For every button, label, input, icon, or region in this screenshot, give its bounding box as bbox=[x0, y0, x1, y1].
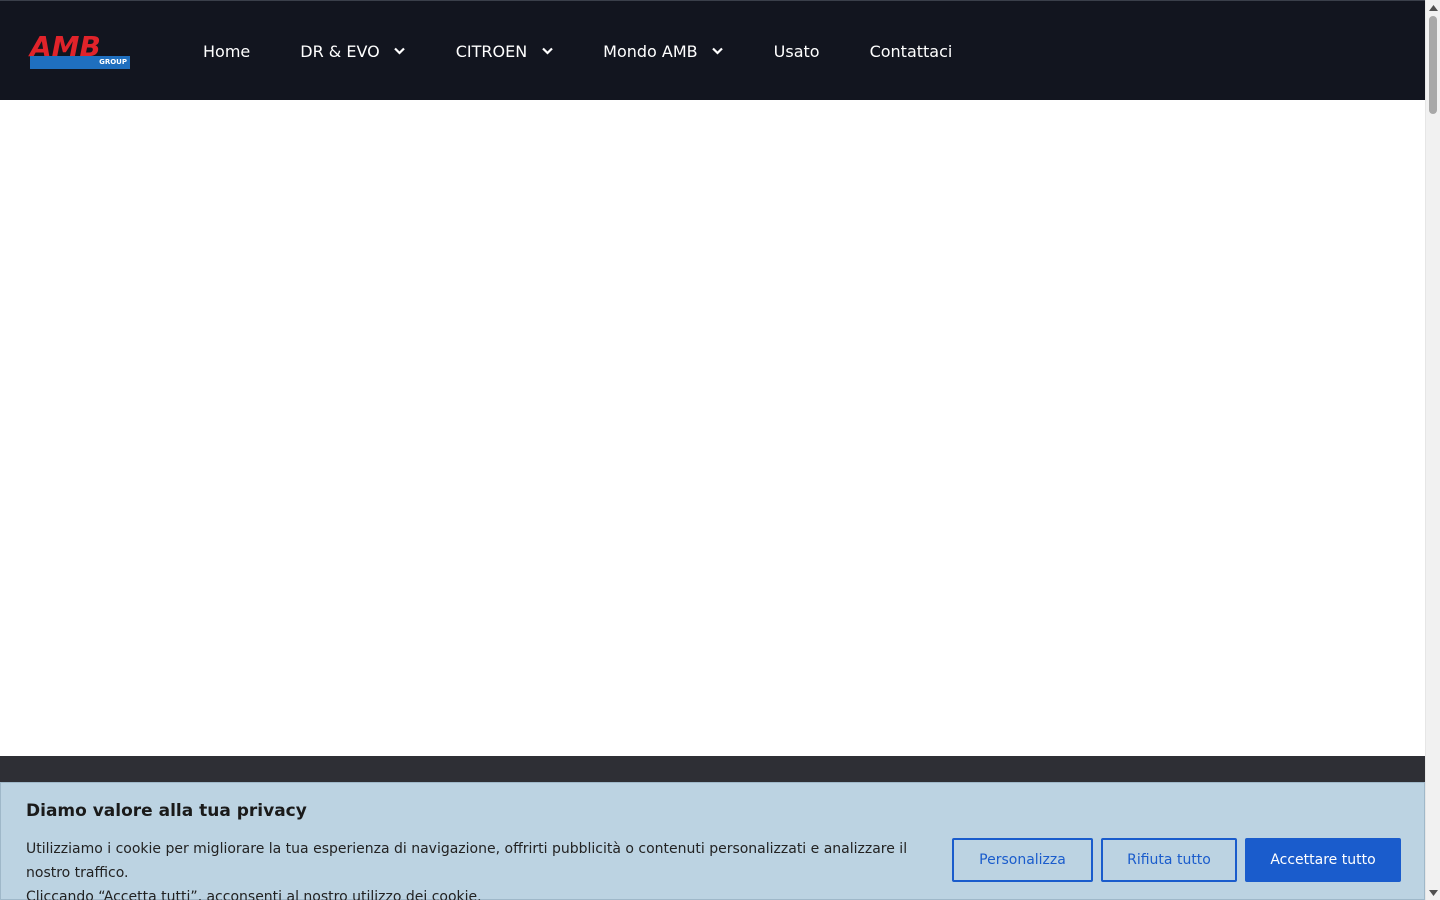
scrollbar-thumb[interactable] bbox=[1429, 16, 1437, 114]
logo-subtitle: GROUP bbox=[99, 58, 127, 66]
nav-item-label: CITROEN bbox=[455, 41, 528, 61]
chevron-down-icon bbox=[394, 45, 406, 57]
cookie-text-line-1: Utilizziamo i cookie per migliorare la t… bbox=[26, 841, 908, 881]
chevron-down-icon bbox=[541, 45, 553, 57]
cookie-consent-banner: Diamo valore alla tua privacy Utilizziam… bbox=[0, 782, 1425, 900]
nav-item-label: Home bbox=[203, 41, 251, 61]
main-nav: Home DR & EVO CITROEN Mondo AMB Usato Co… bbox=[178, 1, 977, 101]
amb-group-logo[interactable]: AMB GROUP bbox=[30, 32, 130, 70]
cookie-banner-title: Diamo valore alla tua privacy bbox=[26, 801, 307, 821]
nav-item-home[interactable]: Home bbox=[178, 1, 275, 101]
nav-item-mondo-amb[interactable]: Mondo AMB bbox=[578, 1, 749, 101]
nav-item-citroen[interactable]: CITROEN bbox=[431, 1, 578, 101]
nav-item-label: Usato bbox=[773, 41, 820, 61]
chevron-down-icon bbox=[712, 45, 724, 57]
nav-item-label: DR & EVO bbox=[300, 41, 380, 61]
nav-item-label: Contattaci bbox=[869, 41, 953, 61]
accept-all-button[interactable]: Accettare tutto bbox=[1245, 838, 1401, 882]
nav-item-dr-evo[interactable]: DR & EVO bbox=[275, 1, 430, 101]
nav-item-usato[interactable]: Usato bbox=[749, 1, 845, 101]
nav-item-label: Mondo AMB bbox=[603, 41, 698, 61]
scroll-up-arrow-icon[interactable] bbox=[1429, 3, 1438, 12]
cookie-text-line-2: Cliccando “Accetta tutti”, acconsenti al… bbox=[26, 889, 482, 900]
page: AMB GROUP Home DR & EVO CITROEN Mondo AM… bbox=[0, 0, 1425, 900]
reject-all-button[interactable]: Rifiuta tutto bbox=[1101, 838, 1237, 882]
scroll-down-arrow-icon[interactable] bbox=[1429, 888, 1438, 897]
vertical-scrollbar[interactable] bbox=[1425, 0, 1440, 900]
nav-item-contattaci[interactable]: Contattaci bbox=[845, 1, 978, 101]
site-header: AMB GROUP Home DR & EVO CITROEN Mondo AM… bbox=[0, 0, 1425, 100]
cookie-banner-text: Utilizziamo i cookie per migliorare la t… bbox=[26, 837, 936, 900]
customize-button[interactable]: Personalizza bbox=[952, 838, 1093, 882]
